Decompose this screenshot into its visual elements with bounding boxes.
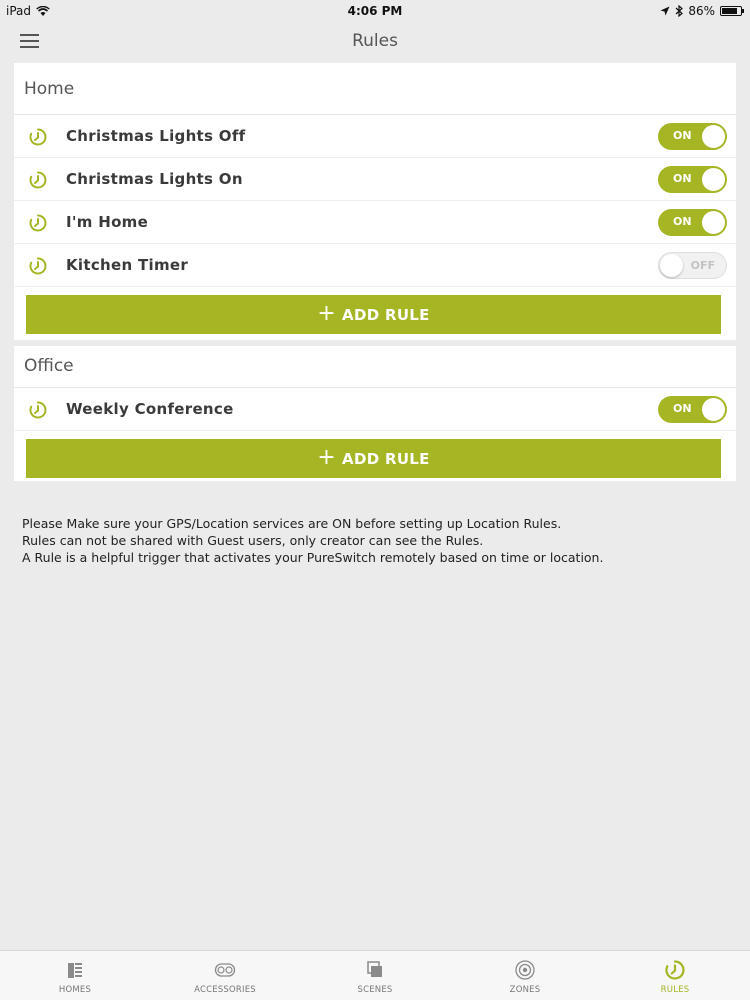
rule-row[interactable]: Kitchen Timer OFF <box>14 244 736 287</box>
toggle-knob <box>702 168 725 191</box>
timer-icon <box>29 128 47 146</box>
toggle-state-label: ON <box>673 172 692 185</box>
accessories-icon <box>214 963 236 977</box>
add-rule-button[interactable]: + ADD RULE <box>26 439 721 478</box>
timer-icon <box>29 257 47 275</box>
toggle-state-label: ON <box>673 402 692 415</box>
rule-name: Kitchen Timer <box>66 256 189 274</box>
info-line: Rules can not be shared with Guest users… <box>22 533 484 548</box>
group-title: Home <box>14 63 736 115</box>
tab-rules[interactable]: RULES <box>600 951 750 1000</box>
bluetooth-icon <box>675 5 684 17</box>
plus-icon: + <box>317 300 337 326</box>
toggle-knob <box>702 398 725 421</box>
add-rule-label: ADD RULE <box>342 305 430 324</box>
info-line: Please Make sure your GPS/Location servi… <box>22 516 562 531</box>
status-bar: iPad 4:06 PM 86% <box>0 0 750 22</box>
rule-name: Christmas Lights Off <box>66 127 246 145</box>
tab-homes[interactable]: HOMES <box>0 951 150 1000</box>
rule-row[interactable]: Christmas Lights Off ON <box>14 115 736 158</box>
add-rule-button[interactable]: + ADD RULE <box>26 295 721 334</box>
rules-icon <box>665 960 685 980</box>
rule-group-office: Office Weekly Conference ON + ADD RULE <box>14 346 736 481</box>
rule-toggle[interactable]: OFF <box>658 252 727 279</box>
timer-icon <box>29 171 47 189</box>
rule-name: I'm Home <box>66 213 149 231</box>
page-title: Rules <box>352 31 398 51</box>
battery-icon <box>720 6 744 16</box>
rule-name: Weekly Conference <box>66 400 234 418</box>
rule-name: Christmas Lights On <box>66 170 243 188</box>
timer-icon <box>29 401 47 419</box>
rule-row[interactable]: Weekly Conference ON <box>14 388 736 431</box>
rule-row[interactable]: I'm Home ON <box>14 201 736 244</box>
location-arrow-icon <box>660 6 670 16</box>
scenes-icon <box>367 961 382 977</box>
tab-accessories[interactable]: ACCESSORIES <box>150 951 300 1000</box>
battery-percent: 86% <box>688 4 715 18</box>
rule-group-home: Home Christmas Lights Off ON Christmas L… <box>14 63 736 340</box>
toggle-knob <box>702 211 725 234</box>
toggle-knob <box>702 125 725 148</box>
toggle-state-label: ON <box>673 215 692 228</box>
homes-icon <box>68 963 82 978</box>
rule-toggle[interactable]: ON <box>658 396 727 423</box>
tab-label: ZONES <box>509 985 541 995</box>
tab-label: ACCESSORIES <box>194 985 256 995</box>
tab-zones[interactable]: ZONES <box>450 951 600 1000</box>
tab-bar: HOMES ACCESSORIES SCENES ZONES RULES <box>0 950 750 1000</box>
rule-toggle[interactable]: ON <box>658 166 727 193</box>
toggle-state-label: OFF <box>690 259 715 272</box>
add-rule-label: ADD RULE <box>342 449 430 468</box>
plus-icon: + <box>317 444 337 470</box>
toggle-state-label: ON <box>673 129 692 142</box>
tab-scenes[interactable]: SCENES <box>300 951 450 1000</box>
toggle-knob <box>660 254 683 277</box>
tab-label: HOMES <box>58 985 92 995</box>
zones-icon <box>515 960 535 980</box>
tab-label: RULES <box>660 985 690 995</box>
rule-toggle[interactable]: ON <box>658 209 727 236</box>
timer-icon <box>29 214 47 232</box>
info-line: A Rule is a helpful trigger that activat… <box>22 550 604 565</box>
group-title: Office <box>14 346 736 388</box>
battery-fill <box>722 8 738 14</box>
status-time: 4:06 PM <box>347 4 403 18</box>
rule-toggle[interactable]: ON <box>658 123 727 150</box>
rule-row[interactable]: Christmas Lights On ON <box>14 158 736 201</box>
tab-label: SCENES <box>357 985 393 995</box>
info-text: Please Make sure your GPS/Location servi… <box>22 515 603 566</box>
nav-bar: Rules <box>0 22 750 62</box>
